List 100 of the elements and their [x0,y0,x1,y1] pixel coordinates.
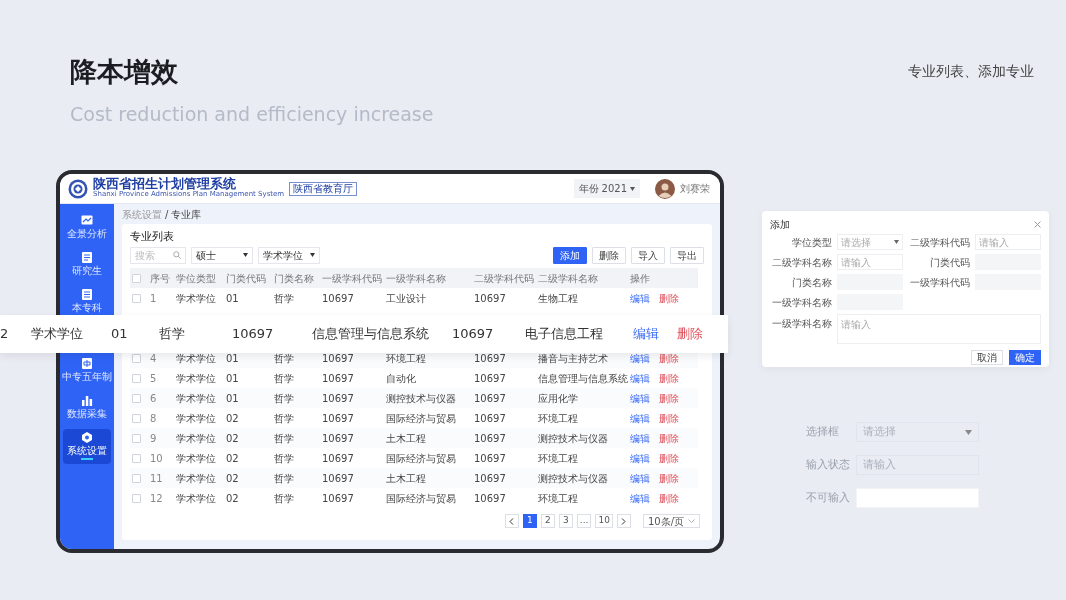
table-cell: 10697 [474,472,506,484]
edit-link[interactable]: 编辑 [630,492,650,504]
page-size-select[interactable]: 10条/页 [642,514,700,528]
delete-link[interactable]: 删除 [659,412,679,424]
row-number: 6 [150,392,157,404]
edit-link[interactable]: 编辑 [630,392,650,404]
action-button[interactable]: 导入 [631,246,665,264]
table-cell-text: 10697 [232,325,275,344]
delete-link[interactable]: 删除 [659,452,679,464]
slide-caption: 专业列表、添加专业 [908,62,1034,81]
row-checkbox[interactable] [132,293,141,303]
row-checkbox[interactable] [132,413,141,423]
table-cell: 哲学 [274,392,294,404]
select-field[interactable]: 请选择 [837,234,903,250]
delete-link[interactable]: 删除 [677,324,703,344]
edit-link[interactable]: 编辑 [630,452,650,464]
user-name: 刘赛荣 [680,182,710,196]
page-button[interactable]: ... [576,514,592,528]
close-icon[interactable] [1034,220,1041,228]
caret-icon [965,429,972,435]
avatar-icon [655,178,675,199]
select-all-checkbox[interactable] [132,273,141,283]
confirm-button[interactable]: 确定 [1009,350,1041,365]
sidebar-item[interactable]: 全景分析 [63,212,111,243]
column-header: 门类代码 [226,272,266,284]
action-button[interactable]: 删除 [592,246,626,264]
field-label: 选择框 [806,424,840,440]
chevron-left-icon [509,517,515,525]
delete-link[interactable]: 删除 [659,392,679,404]
page-button[interactable]: 10 [595,514,613,528]
edit-link[interactable]: 编辑 [630,352,650,364]
edit-link[interactable]: 编辑 [630,472,650,484]
column-header: 一级学科代码 [322,272,382,284]
cancel-button[interactable]: 取消 [971,350,1003,365]
field-label: 二级学科名称 [771,255,832,270]
delete-link[interactable]: 删除 [659,292,679,304]
chevron-down-icon [688,519,695,523]
previous-page-button[interactable] [504,514,519,528]
table-cell: 自动化 [386,372,416,384]
table-cell: 02 [226,472,239,484]
row-checkbox[interactable] [132,393,141,403]
table-cell: 哲学 [274,412,294,424]
edit-link[interactable]: 编辑 [633,324,677,344]
action-button[interactable]: 导出 [670,246,704,264]
text-area[interactable]: 请输入 [837,314,1041,344]
row-number: 12 [150,492,163,504]
breadcrumb-current: 专业库 [171,207,202,222]
sidebar-item[interactable]: 中专五年制 [63,355,111,386]
table-cell: 国际经济与贸易 [386,492,456,504]
filter-select[interactable]: 硕士 [191,246,253,264]
edit-link[interactable]: 编辑 [630,292,650,304]
table-cell: 哲学 [274,452,294,464]
table-cell: 01 [226,372,239,384]
table-cell-text: 01 [111,325,129,344]
row-checkbox[interactable] [132,473,141,483]
next-page-button[interactable] [616,514,631,528]
table-cell: 环境工程 [538,412,578,424]
table-cell: 哲学 [274,472,294,484]
sidebar-item[interactable]: 数据采集 [63,392,111,423]
breadcrumb-link[interactable]: 系统设置 [122,206,162,222]
table-cell: 环境工程 [538,492,578,504]
delete-link[interactable]: 删除 [659,492,679,504]
table-cell: 哲学 [274,352,294,364]
edit-link[interactable]: 编辑 [630,432,650,444]
edit-link[interactable]: 编辑 [630,412,650,424]
table-cell: 工业设计 [386,292,426,304]
table-cell: 哲学 [274,292,294,304]
row-checkbox[interactable] [132,453,141,463]
filter-select[interactable]: 学术学位 [258,246,320,264]
year-select[interactable]: 年份 2021 [573,179,640,198]
delete-link[interactable]: 删除 [659,432,679,444]
page-button[interactable]: 1 [522,514,537,528]
row-checkbox[interactable] [132,493,141,503]
chart-icon [81,215,93,226]
settings-icon [81,432,93,443]
table-cell: 学术学位 [176,372,216,384]
page-button[interactable]: 2 [540,514,555,528]
table-cell: 10697 [322,372,354,384]
row-checkbox[interactable] [132,353,141,363]
field-label: 不可输入 [806,490,851,506]
edit-link[interactable]: 编辑 [630,372,650,384]
page-button[interactable]: 3 [558,514,573,528]
table-cell: 环境工程 [538,452,578,464]
caret-icon [630,186,635,191]
sidebar-item[interactable]: 本专科 [63,286,111,317]
delete-link[interactable]: 删除 [659,372,679,384]
add-button[interactable]: 添加 [553,246,587,264]
table-cell-text: 电子信息工程 [525,325,604,344]
table-cell: 国际经济与贸易 [386,452,456,464]
table-cell: 10697 [474,452,506,464]
row-checkbox[interactable] [132,373,141,383]
table-cell-text: 学术学位 [31,325,84,344]
sidebar-item[interactable]: 系统设置 [63,429,111,464]
field-label: 二级学科代码 [909,235,970,250]
sidebar-item[interactable]: 研究生 [63,249,111,280]
input-field[interactable]: 请输入 [975,234,1041,250]
input-field[interactable]: 请输入 [837,254,903,270]
delete-link[interactable]: 删除 [659,352,679,364]
delete-link[interactable]: 删除 [659,472,679,484]
row-checkbox[interactable] [132,433,141,443]
